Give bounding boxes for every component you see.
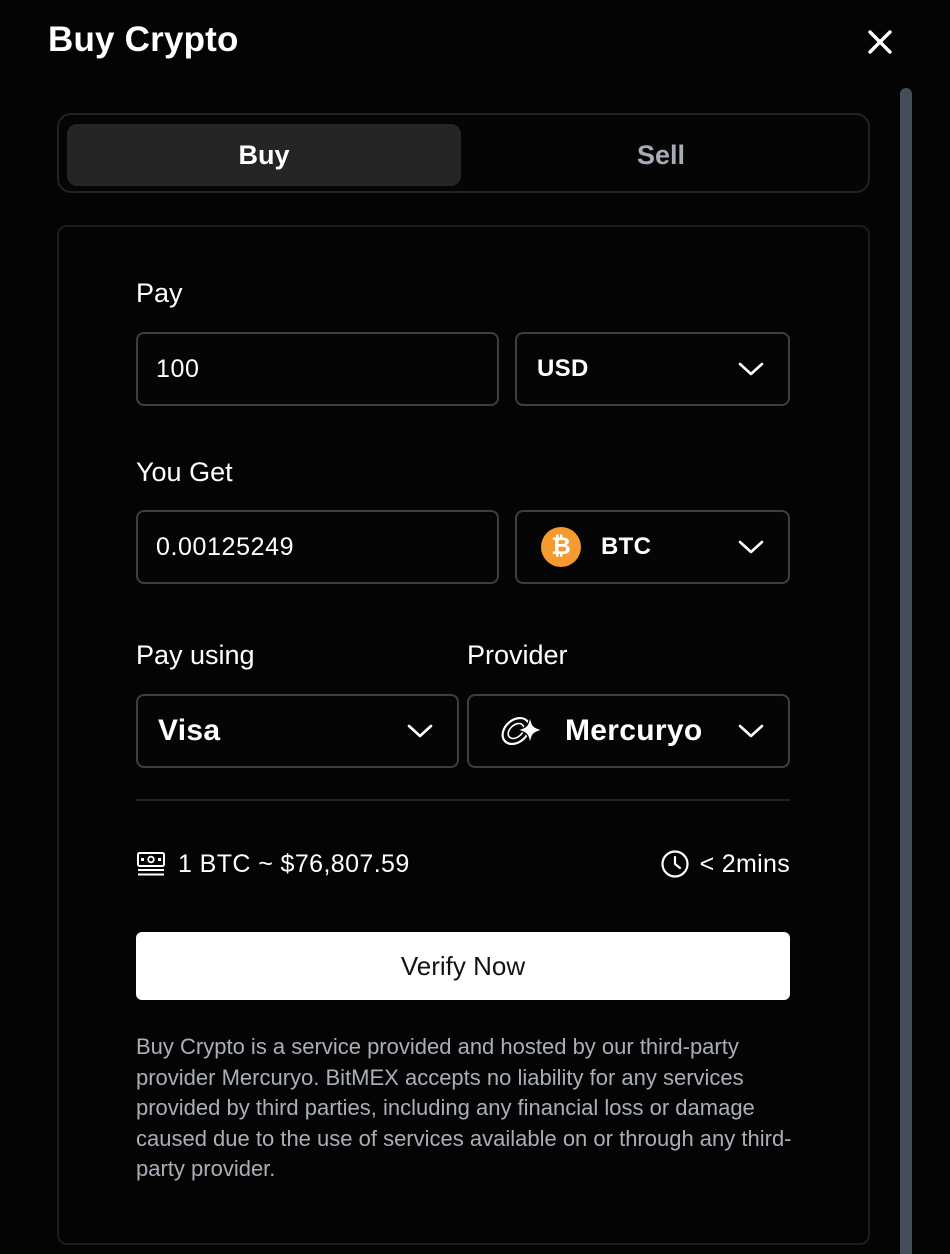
payment-method-value: Visa bbox=[158, 714, 221, 747]
pay-amount-input[interactable]: 100 bbox=[136, 332, 499, 406]
tab-buy[interactable]: Buy bbox=[67, 124, 461, 186]
cash-icon bbox=[137, 852, 165, 876]
pay-amount-value: 100 bbox=[156, 354, 200, 383]
chevron-down-icon bbox=[738, 540, 764, 554]
mercuryo-logo-icon bbox=[501, 714, 544, 746]
tab-sell[interactable]: Sell bbox=[464, 124, 858, 186]
exchange-rate-text: 1 BTC ~ $76,807.59 bbox=[178, 849, 410, 878]
provider-select[interactable]: Mercuryo bbox=[467, 694, 790, 768]
buy-crypto-modal: Buy Crypto Buy Sell Pay 100 USD You Get … bbox=[0, 0, 950, 1254]
buy-sell-tabs: Buy Sell bbox=[57, 113, 870, 193]
receive-amount-input[interactable]: 0.00125249 bbox=[136, 510, 499, 584]
receive-amount-value: 0.00125249 bbox=[156, 532, 295, 561]
payment-method-select[interactable]: Visa bbox=[136, 694, 459, 768]
chevron-down-icon bbox=[738, 362, 764, 376]
verify-now-button[interactable]: Verify Now bbox=[136, 932, 790, 1000]
payment-method-label: Pay using bbox=[136, 640, 255, 670]
exchange-rate: 1 BTC ~ $76,807.59 bbox=[136, 846, 410, 882]
close-button[interactable] bbox=[860, 22, 900, 62]
disclaimer-text: Buy Crypto is a service provided and hos… bbox=[136, 1034, 792, 1181]
scrollbar[interactable] bbox=[900, 88, 912, 1254]
chevron-down-icon bbox=[738, 724, 764, 738]
modal-title: Buy Crypto bbox=[48, 20, 239, 59]
receive-label: You Get bbox=[136, 457, 233, 487]
estimated-time: < 2mins bbox=[660, 846, 790, 882]
pay-label: Pay bbox=[136, 278, 183, 308]
clock-icon bbox=[661, 850, 689, 878]
provider-value: Mercuryo bbox=[565, 714, 703, 747]
receive-currency-value: BTC bbox=[601, 533, 652, 560]
divider bbox=[136, 799, 790, 801]
close-icon bbox=[868, 30, 892, 54]
pay-currency-select[interactable]: USD bbox=[515, 332, 790, 406]
estimated-time-text: < 2mins bbox=[699, 849, 790, 878]
provider-label: Provider bbox=[467, 640, 568, 670]
receive-currency-select[interactable]: ₿ BTC bbox=[515, 510, 790, 584]
bitcoin-icon: ₿ bbox=[541, 527, 581, 567]
pay-currency-value: USD bbox=[537, 355, 589, 382]
chevron-down-icon bbox=[407, 724, 433, 738]
